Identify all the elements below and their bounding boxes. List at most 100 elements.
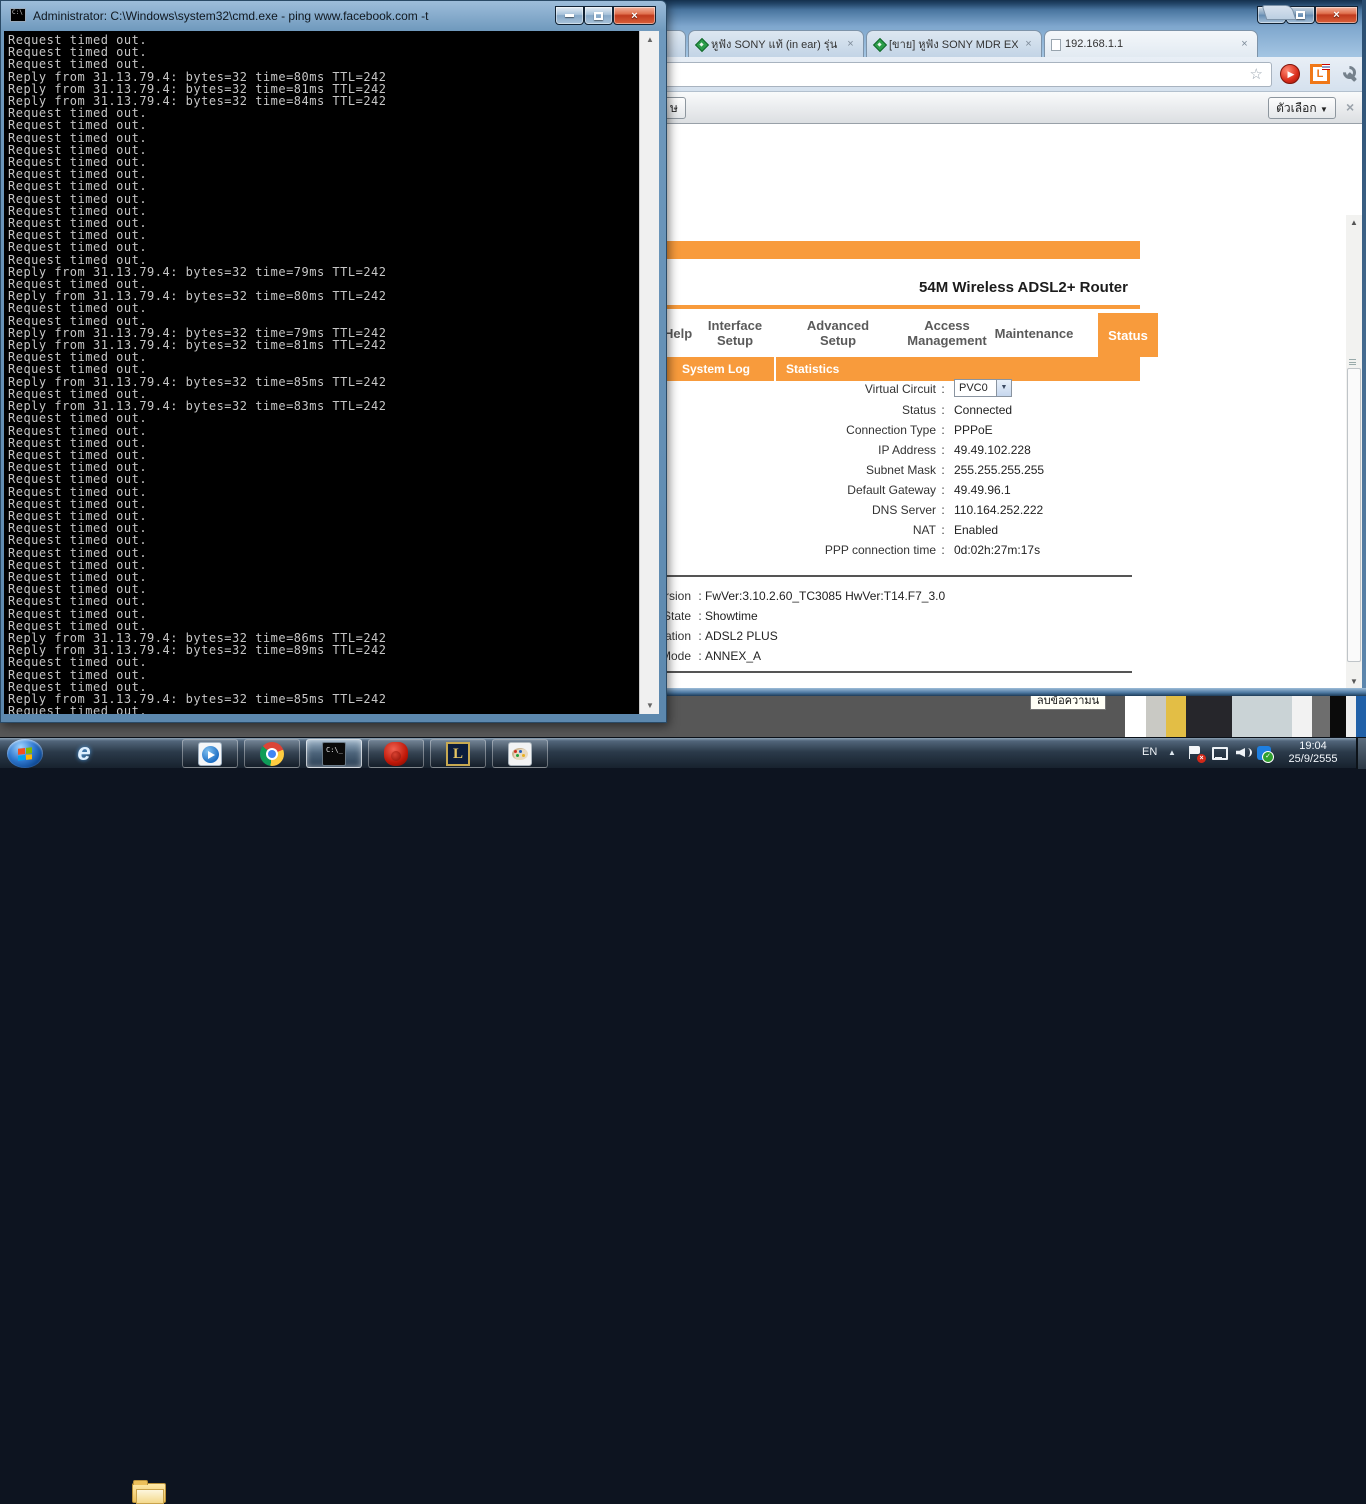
app-icon-glyph: C:\_	[326, 745, 343, 754]
app-icon-glyph	[199, 743, 221, 765]
cmd-titlebar[interactable]: C:\ Administrator: C:\Windows\system32\c…	[1, 1, 666, 31]
subnav-statistics[interactable]: Statistics	[786, 357, 839, 381]
windows-explorer-button[interactable]	[132, 1480, 166, 1504]
row-label: PPP connection time	[824, 543, 936, 557]
row-label: Connection Type	[846, 423, 936, 437]
cmd-titlebar-icon: C:\	[10, 8, 26, 22]
row-value: 0d:02h:27m:17s	[954, 543, 1041, 557]
tab-label: [ขาย] หูฟัง SONY MDR EX	[889, 39, 1018, 51]
cmd-output[interactable]: Request timed out. Request timed out. Requ…	[4, 31, 639, 714]
scroll-down-icon[interactable]: ▼	[640, 697, 660, 714]
maximize-button[interactable]	[584, 6, 613, 25]
nav-tab[interactable]: Help	[664, 309, 692, 357]
select-dropdown-icon[interactable]: ▼	[996, 380, 1011, 396]
tab-close-icon[interactable]: ×	[1022, 38, 1035, 51]
row-colon: :	[941, 543, 945, 557]
network-icon[interactable]	[1211, 745, 1228, 761]
nav-tab[interactable]: Maintenance	[995, 309, 1074, 357]
taskbar: e C:\_ L EN ▲ × ✓ 19:04 25/9/2555	[0, 737, 1366, 1504]
tab-label: หูฟัง SONY แท้ (in ear) รุ่น	[711, 39, 838, 51]
infobar-close-icon[interactable]: ×	[1346, 99, 1354, 115]
longdo-dict-extension-icon[interactable]: L	[1310, 64, 1330, 84]
row-colon: :	[941, 443, 945, 457]
windows-logo-icon	[18, 747, 32, 761]
scroll-down-icon[interactable]: ▼	[1346, 674, 1362, 688]
tab-close-icon[interactable]: ×	[1238, 38, 1251, 51]
app-icon-glyph	[384, 742, 408, 766]
row-label: DNS Server	[871, 503, 936, 517]
media-player-button[interactable]	[182, 739, 238, 768]
scroll-up-icon[interactable]: ▲	[1346, 215, 1362, 231]
cmd-output-line: Request timed out.	[8, 57, 148, 72]
row-label: Virtual Circuit	[864, 382, 936, 396]
wrench-menu-icon[interactable]	[1342, 65, 1360, 83]
device-info-row: Status : Connected	[664, 403, 1140, 423]
app-icon	[260, 741, 284, 766]
chrome-button[interactable]	[244, 739, 300, 768]
device-info-row: NAT : Enabled	[664, 523, 1140, 543]
league-of-legends-button[interactable]: L	[430, 739, 486, 768]
cmd-scrollbar[interactable]: ▲ ▼	[639, 31, 659, 714]
photo-fragment	[1312, 696, 1330, 737]
router-status-page: 54M Wireless ADSL2+ Router Interface Set…	[656, 124, 1362, 688]
address-bar[interactable]: ☆	[652, 62, 1272, 87]
infobar: ษ ตัวเลือก ▼ ×	[656, 92, 1366, 124]
cmd-button[interactable]: C:\_	[306, 739, 362, 768]
show-desktop-button[interactable]	[1356, 738, 1366, 769]
dropbox-icon[interactable]	[1257, 746, 1274, 763]
section-divider	[664, 671, 1132, 673]
maximize-icon	[594, 11, 603, 20]
row-value: 110.164.252.222	[954, 503, 1044, 517]
close-button[interactable]: ×	[1315, 6, 1358, 24]
cmd-output-line: Request timed out.	[8, 594, 148, 609]
app-icon-glyph	[260, 742, 284, 766]
browser-tab[interactable]: 192.168.1.1 ×	[1044, 30, 1258, 57]
volume-icon[interactable]	[1235, 745, 1252, 761]
photo-fragment	[1330, 696, 1346, 737]
nav-tab[interactable]: Status	[1098, 313, 1158, 357]
nav-tab[interactable]: Access Management	[897, 309, 997, 357]
row-value: ANNEX_A	[705, 649, 762, 663]
browser-tab[interactable]: [ขาย] หูฟัง SONY MDR EX ×	[866, 30, 1042, 57]
photo-fragment	[1232, 696, 1292, 737]
scroll-up-icon[interactable]: ▲	[640, 31, 660, 48]
adsl-row: Line State : Showtime	[656, 609, 1140, 629]
start-button[interactable]	[7, 739, 43, 768]
row-value: ADSL2 PLUS	[705, 629, 778, 643]
paint-button[interactable]	[492, 739, 548, 768]
virtual-circuit-row: Virtual Circuit : PVC0 ▼	[664, 379, 1140, 402]
show-hidden-icons-chevron[interactable]: ▲	[1168, 748, 1176, 757]
virtual-circuit-select[interactable]: PVC0 ▼	[954, 379, 1012, 397]
cmd-output-line: Request timed out.	[8, 667, 148, 682]
minimize-button[interactable]	[555, 6, 584, 25]
row-label: Subnet Mask	[865, 463, 936, 477]
page-scrollbar[interactable]: ▲ ▼	[1346, 215, 1362, 688]
new-tab-button[interactable]	[1261, 5, 1297, 20]
cmd-output-line: Request timed out.	[8, 704, 148, 714]
internet-explorer-button[interactable]: e	[66, 741, 102, 767]
subnav-system-log[interactable]: System Log	[682, 357, 750, 381]
row-colon: :	[941, 463, 945, 477]
scrollbar-thumb[interactable]	[1347, 368, 1361, 662]
close-button[interactable]: ×	[613, 6, 656, 25]
tab-close-icon[interactable]: ×	[844, 38, 857, 51]
cmd-output-line: Request timed out.	[8, 240, 148, 255]
infobar-options-button[interactable]: ตัวเลือก ▼	[1268, 97, 1336, 119]
nav-tab[interactable]: Interface Setup	[690, 309, 780, 357]
cmd-output-line: Request timed out.	[8, 655, 148, 670]
red-app-button[interactable]	[368, 739, 424, 768]
browser-tab[interactable]: หูฟัง SONY แท้ (in ear) รุ่น ×	[688, 30, 864, 57]
row-label: Status	[901, 403, 936, 417]
close-icon: ×	[631, 9, 638, 22]
row-colon: :	[941, 503, 945, 517]
device-info-row: Connection Type : PPPoE	[664, 423, 1140, 443]
nav-tab[interactable]: Advanced Setup	[793, 309, 883, 357]
clock[interactable]: 19:04 25/9/2555	[1282, 740, 1344, 766]
cmd-output-line: Request timed out.	[8, 411, 148, 426]
bookmark-star-icon[interactable]: ☆	[1250, 65, 1263, 83]
action-center-flag-icon[interactable]	[1188, 745, 1206, 763]
downloader-extension-icon[interactable]: ▶	[1280, 64, 1300, 84]
photo-fragment	[1146, 696, 1166, 737]
device-info-row: Default Gateway : 49.49.96.1	[664, 483, 1140, 503]
language-indicator[interactable]: EN	[1142, 746, 1157, 758]
